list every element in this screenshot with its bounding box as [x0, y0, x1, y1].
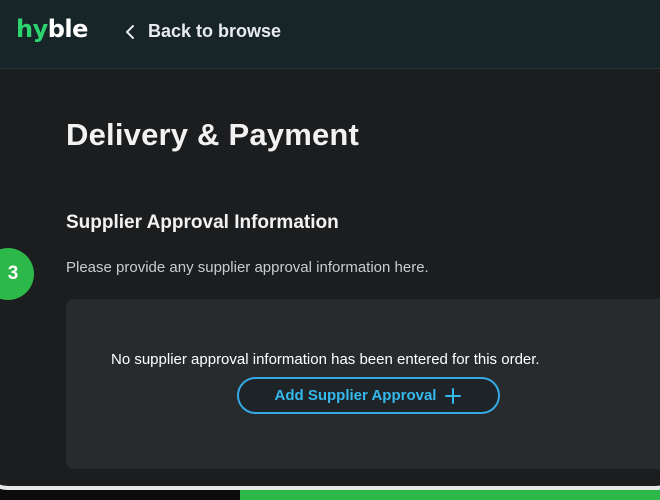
add-supplier-approval-button[interactable]: Add Supplier Approval: [237, 377, 500, 414]
page-title: Delivery & Payment: [66, 117, 360, 152]
chevron-left-icon: [123, 24, 139, 40]
logo-text-part2: ble: [47, 15, 89, 43]
supplier-approval-panel: No supplier approval information has bee…: [66, 299, 660, 469]
back-to-browse-label: Back to browse: [148, 21, 282, 41]
supplier-approval-heading: Supplier Approval Information: [66, 212, 339, 233]
logo-text-part1: hy: [16, 15, 48, 43]
hyble-logo[interactable]: hyble: [16, 17, 88, 41]
empty-state-message: No supplier approval information has bee…: [111, 351, 540, 368]
app-window: hyble Back to browse Delivery & Payment …: [0, 0, 660, 490]
add-supplier-approval-label: Add Supplier Approval: [274, 387, 437, 404]
plus-icon: [444, 387, 462, 405]
supplier-approval-description: Please provide any supplier approval inf…: [66, 259, 429, 276]
back-to-browse-link[interactable]: Back to browse: [123, 21, 281, 42]
top-navigation-bar: hyble Back to browse: [0, 0, 660, 69]
